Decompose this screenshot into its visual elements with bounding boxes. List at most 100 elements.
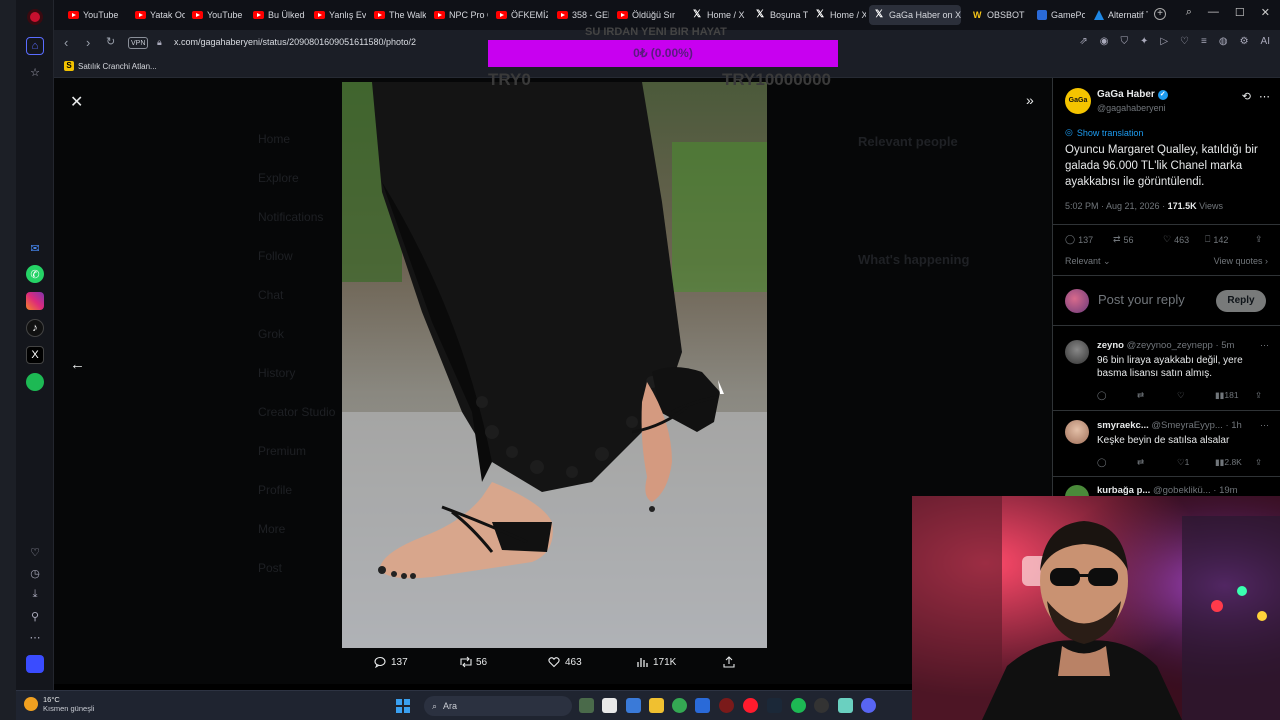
reply-reply-icon[interactable]: ◯	[1097, 457, 1107, 468]
settings-icon[interactable]	[838, 698, 853, 713]
tweet-photo[interactable]	[342, 82, 767, 648]
play-icon[interactable]: ▷	[1160, 36, 1168, 47]
url-field[interactable]: x.com/gagahaberyeni/status/2090801609051…	[174, 37, 416, 47]
reply-item[interactable]: zeyno @zeyynoo_zeynepp · 5m ⋯ 96 bin lir…	[1053, 340, 1280, 410]
home-icon[interactable]: ⌂	[26, 37, 44, 55]
repost-button[interactable]: ⇄ 56	[1113, 234, 1134, 245]
heart-icon[interactable]: ♡	[26, 543, 44, 561]
view-quotes-link[interactable]: View quotes ›	[1214, 256, 1268, 266]
new-tab-button[interactable]: +	[1154, 8, 1166, 20]
messenger-icon[interactable]: ✉	[26, 239, 44, 257]
author-name-row[interactable]: GaGa Haber ✓	[1097, 89, 1168, 100]
app-icon[interactable]	[719, 698, 734, 713]
back-icon[interactable]: ‹	[64, 35, 68, 50]
show-translation-link[interactable]: ◎ Show translation	[1065, 127, 1143, 138]
aria-icon[interactable]	[26, 655, 44, 673]
reply-repost-icon[interactable]: ⇄	[1137, 390, 1144, 401]
chrome-icon[interactable]	[672, 698, 687, 713]
more-icon[interactable]: ⋯	[1259, 90, 1270, 103]
share-icon[interactable]: ⇗	[1079, 36, 1087, 47]
reply-submit-button[interactable]: Reply	[1216, 290, 1266, 312]
reply-author[interactable]: smyraekc... @SmeyraEyyp... · 1h	[1097, 420, 1242, 431]
instagram-icon[interactable]	[26, 292, 44, 310]
reply-author[interactable]: zeyno @zeyynoo_zeynepp · 5m	[1097, 340, 1234, 351]
bulb-icon[interactable]: ⚲	[26, 607, 44, 625]
photo-repost-button[interactable]: 56	[459, 656, 487, 668]
copilot-icon[interactable]	[626, 698, 641, 713]
file-explorer-icon[interactable]	[649, 698, 664, 713]
menu-icon[interactable]: ≡	[1201, 36, 1207, 47]
photo-like-button[interactable]: 463	[548, 656, 582, 668]
reply-avatar[interactable]	[1065, 485, 1089, 496]
browser-tab[interactable]: YouTube	[62, 5, 122, 25]
store-icon[interactable]	[695, 698, 710, 713]
browser-tab[interactable]: ÖFKEMİZ B	[490, 5, 548, 25]
reply-repost-icon[interactable]: ⇄	[1137, 457, 1144, 468]
profile-icon[interactable]: ◍	[1219, 36, 1228, 47]
reply-views[interactable]: ▮▮ 181	[1215, 390, 1239, 401]
browser-tab[interactable]: Yanlış Eve G	[308, 5, 366, 25]
reply-avatar[interactable]	[1065, 340, 1089, 364]
whatsapp-icon[interactable]: ✆	[26, 265, 44, 283]
grok-icon[interactable]: ⟲	[1242, 90, 1251, 103]
reload-icon[interactable]: ↻	[106, 35, 115, 48]
close-viewer-icon[interactable]: ✕	[70, 92, 83, 112]
opera-logo-icon[interactable]	[27, 9, 43, 25]
browser-tab[interactable]: Bu Ülkede	[247, 5, 305, 25]
like-button[interactable]: ♡ 463	[1163, 234, 1189, 245]
collapse-panel-icon[interactable]: »	[1026, 92, 1034, 108]
discord-icon[interactable]	[861, 698, 876, 713]
browser-tab[interactable]: 𝕏 Home / X	[687, 5, 747, 25]
opera-taskbar-icon[interactable]	[743, 698, 758, 713]
previous-photo-icon[interactable]: ←	[70, 356, 85, 373]
reply-like[interactable]: ♡ 1	[1177, 457, 1189, 468]
forward-icon[interactable]: ›	[86, 35, 90, 50]
reply-item[interactable]: smyraekc... @SmeyraEyyp... · 1h ⋯ Keşke …	[1053, 420, 1280, 480]
browser-tab[interactable]: 𝕏 Home / X	[810, 5, 866, 25]
more-icon[interactable]: ⋯	[1260, 340, 1269, 351]
extension-icon[interactable]: ✦	[1140, 36, 1148, 47]
bookmark-button[interactable]: ⎕ 142	[1205, 234, 1228, 245]
explorer-icon[interactable]	[579, 698, 594, 713]
browser-tab[interactable]: 𝕏 GaGa Haber on X: "	[869, 5, 961, 25]
tiktok-icon[interactable]: ♪	[26, 319, 44, 337]
vpn-badge[interactable]: VPN	[128, 37, 149, 49]
author-avatar[interactable]: GaGa	[1065, 88, 1091, 114]
close-button[interactable]: ✕	[1261, 6, 1270, 19]
browser-tab[interactable]: The Walkin	[368, 5, 426, 25]
reply-item[interactable]: kurbağa p... @gobeklikü... · 19m	[1053, 485, 1280, 496]
reply-share-icon[interactable]: ⇪	[1255, 457, 1262, 468]
reply-like-icon[interactable]: ♡	[1177, 390, 1185, 401]
reply-author[interactable]: kurbağa p... @gobeklikü... · 19m	[1097, 485, 1238, 496]
task-view-icon[interactable]	[602, 698, 617, 713]
obs-icon[interactable]	[814, 698, 829, 713]
reply-avatar[interactable]	[1065, 420, 1089, 444]
heart-icon[interactable]: ♡	[1180, 36, 1189, 47]
minimize-button[interactable]: —	[1208, 6, 1219, 19]
browser-tab[interactable]: NPC Pro Ca	[428, 5, 488, 25]
taskbar-search[interactable]: ⌕ Ara	[424, 696, 572, 716]
browser-tab[interactable]: Öldüğü Sıra	[611, 5, 675, 25]
steam-icon[interactable]	[767, 698, 782, 713]
browser-tab[interactable]: GamePowe	[1031, 5, 1085, 25]
reply-input[interactable]: Post your reply	[1098, 292, 1185, 307]
search-tabs-icon[interactable]: ⌕	[1186, 6, 1192, 19]
tweet-time[interactable]: 5:02 PM · Aug 21, 2026 ·	[1065, 201, 1168, 211]
browser-tab[interactable]: W OBSBOT M	[967, 5, 1027, 25]
ai-label[interactable]: AI	[1261, 36, 1270, 47]
browser-tab[interactable]: YouTube	[186, 5, 244, 25]
photo-views-button[interactable]: 171K	[636, 656, 676, 668]
shield-icon[interactable]: ⛉	[1120, 36, 1128, 47]
more-icon[interactable]: ⋯	[26, 628, 44, 646]
share-button[interactable]: ⇪	[1255, 234, 1263, 245]
reply-reply-icon[interactable]: ◯	[1097, 390, 1107, 401]
author-handle[interactable]: @gagahaberyeni	[1097, 103, 1166, 113]
spotify-taskbar-icon[interactable]	[791, 698, 806, 713]
browser-tab[interactable]: Yatak Odası	[129, 5, 185, 25]
history-icon[interactable]: ◷	[26, 564, 44, 582]
maximize-button[interactable]: ☐	[1235, 6, 1245, 19]
sort-replies-dropdown[interactable]: Relevant ⌄	[1065, 256, 1111, 267]
download-icon[interactable]: ⤓	[26, 585, 44, 603]
x-icon[interactable]: X	[26, 346, 44, 364]
browser-tab[interactable]: 𝕏 Boşuna Tıkl	[750, 5, 808, 25]
